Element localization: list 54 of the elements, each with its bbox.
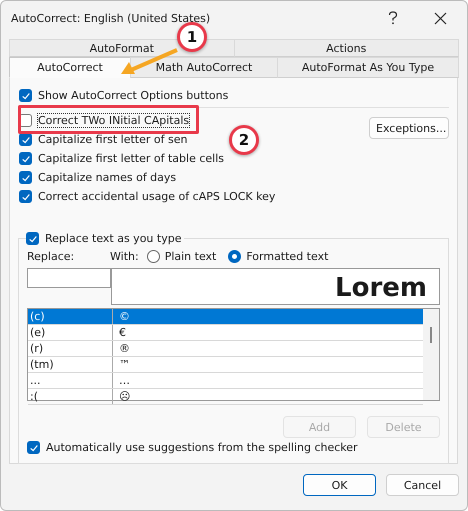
checkbox[interactable]	[19, 171, 32, 184]
tab[interactable]: AutoCorrect	[9, 57, 131, 78]
table-cell: (tm)	[28, 357, 113, 372]
exceptions-button[interactable]: Exceptions...	[369, 117, 449, 139]
with-field[interactable]: Lorem	[111, 268, 440, 305]
table-cell-text: …	[118, 373, 130, 388]
checkbox-label: Replace text as you type	[45, 232, 182, 245]
list-row[interactable]: (r) ®	[28, 341, 423, 357]
list-row[interactable]: (tm) ™	[28, 357, 423, 373]
replace-field[interactable]	[27, 268, 111, 288]
list-row[interactable]: (e) €	[28, 325, 423, 341]
replace-label: Replace:	[27, 250, 76, 262]
list-row[interactable]: ... …	[28, 373, 423, 389]
checkbox[interactable]	[27, 441, 40, 454]
checkbox-label: Capitalize names of days	[38, 171, 176, 184]
callout-number: 1	[177, 22, 207, 52]
list-row[interactable]: :( ☹	[28, 389, 423, 405]
tab[interactable]: Math AutoCorrect	[130, 57, 278, 78]
tab[interactable]: Actions	[234, 39, 459, 57]
preview-text: Lorem	[335, 272, 427, 304]
dialog-button[interactable]: OK	[303, 474, 376, 496]
checkbox-label: Capitalize first letter of sen	[38, 133, 188, 146]
checkbox-label: Show AutoCorrect Options buttons	[38, 89, 228, 102]
checkbox-label: Capitalize first letter of table cells	[38, 152, 224, 165]
checkbox[interactable]	[19, 190, 32, 203]
radio-label: Formatted text	[246, 250, 328, 262]
window-title: AutoCorrect: English (United States)	[11, 12, 210, 24]
table-cell: ...	[28, 373, 113, 388]
scrollbar[interactable]	[423, 309, 439, 400]
help-icon[interactable]	[388, 11, 398, 25]
checkbox[interactable]	[19, 133, 32, 146]
table-cell-text: ©	[118, 309, 130, 324]
table-cell-text: ™	[118, 357, 130, 372]
table-cell-text: ®	[118, 341, 130, 356]
table-cell: :(	[28, 389, 113, 404]
checkbox-label: Correct TWo INitial CApitals	[38, 114, 190, 127]
checkbox[interactable]	[26, 232, 39, 245]
list-row[interactable]: (c) ©	[28, 309, 423, 325]
table-cell-text: €	[118, 325, 126, 340]
table-cell: (c)	[28, 309, 113, 324]
table-cell-text: ☹	[118, 389, 130, 404]
table-cell: (e)	[28, 325, 113, 340]
checkbox-label: Correct accidental usage of cAPS LOCK key	[38, 190, 276, 203]
checkbox[interactable]	[19, 89, 32, 102]
checkbox[interactable]	[19, 152, 32, 165]
radio-button[interactable]	[228, 250, 242, 262]
with-label: With:	[110, 250, 139, 262]
tab[interactable]: AutoFormat As You Type	[277, 57, 459, 78]
radio-button[interactable]	[146, 250, 160, 262]
checkbox-label: Automatically use suggestions from the spelling checker	[46, 441, 358, 454]
table-cell: (r)	[28, 341, 113, 356]
radio-label: Plain text	[164, 250, 216, 262]
dialog-button[interactable]: Cancel	[386, 474, 459, 496]
close-icon[interactable]	[434, 12, 447, 24]
